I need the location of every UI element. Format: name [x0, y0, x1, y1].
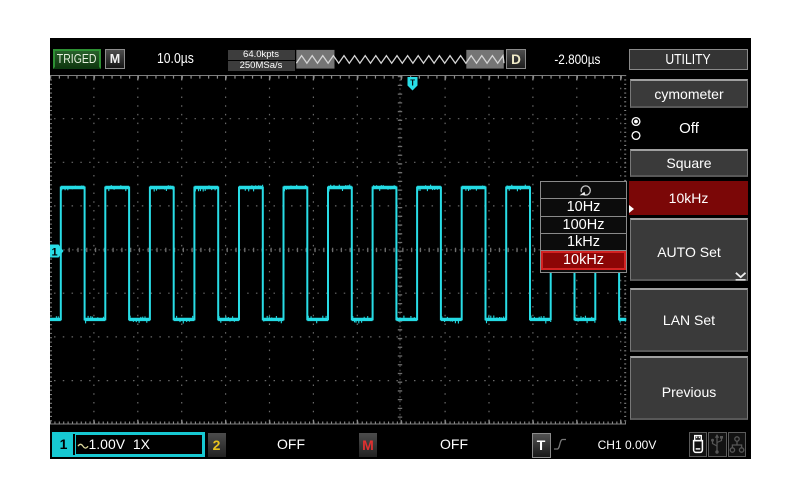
svg-text:T: T: [410, 79, 415, 88]
svg-text:1: 1: [51, 247, 57, 259]
